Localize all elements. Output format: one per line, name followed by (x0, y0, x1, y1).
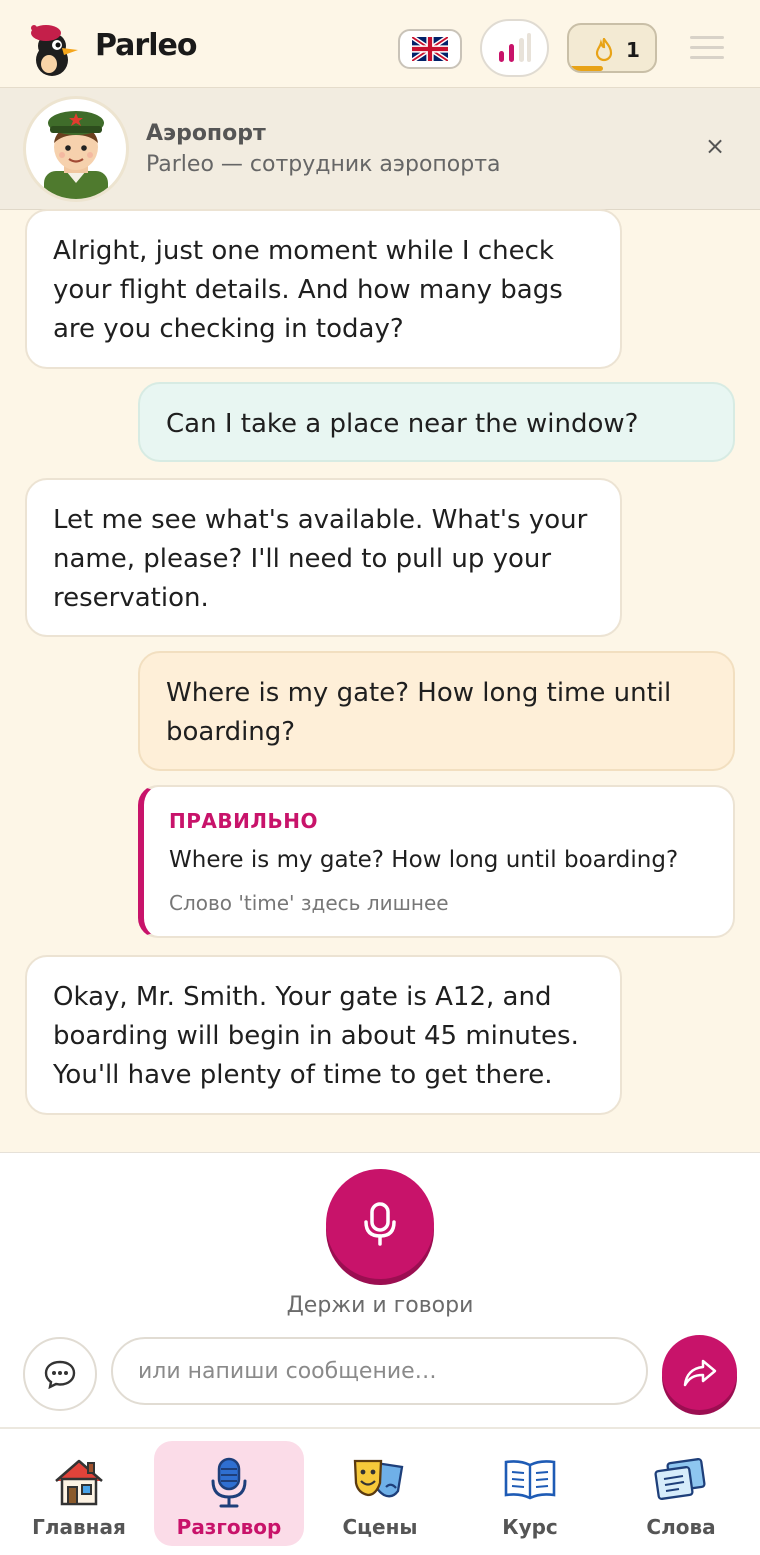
correction-card: ПРАВИЛЬНО Where is my gate? How long unt… (138, 785, 735, 938)
open-book-icon (504, 1460, 556, 1500)
hamburger-icon (690, 36, 724, 39)
text-mode-button[interactable] (23, 1337, 97, 1411)
level-button[interactable] (480, 19, 549, 77)
streak-progress-fill (569, 66, 604, 71)
user-message-with-error: Where is my gate? How long time until bo… (138, 651, 735, 771)
assistant-message: Let me see what's available. What's your… (25, 478, 622, 637)
hold-to-talk-button[interactable] (326, 1169, 434, 1279)
nav-label: Слова (646, 1515, 716, 1539)
menu-button[interactable] (690, 36, 724, 60)
parleo-mascot-logo (31, 25, 78, 76)
top-header: Parleo 1 (0, 0, 760, 88)
streak-button[interactable]: 1 (567, 23, 657, 73)
streak-progress-bar (569, 66, 655, 71)
flame-icon (595, 38, 613, 62)
close-icon: × (704, 132, 726, 160)
send-button[interactable] (662, 1335, 737, 1410)
correction-label: ПРАВИЛЬНО (169, 809, 318, 833)
uk-flag-icon (412, 37, 448, 61)
app-name: Parleo (95, 28, 197, 63)
theater-masks-icon (353, 1459, 404, 1498)
composer-panel: Держи и говори (0, 1152, 760, 1427)
nav-label: Разговор (176, 1515, 282, 1539)
user-message: Can I take a place near the window? (138, 382, 735, 462)
streak-count: 1 (626, 38, 640, 62)
scene-title: Аэропорт (146, 121, 266, 146)
nav-home[interactable]: Главная (4, 1441, 154, 1546)
assistant-message: Okay, Mr. Smith. Your gate is A12, and b… (25, 955, 622, 1115)
correction-explanation: Слово 'time' здесь лишнее (169, 891, 449, 915)
microphone-icon (364, 1202, 396, 1246)
hold-to-talk-hint: Держи и говори (286, 1293, 474, 1318)
send-arrow-icon (683, 1359, 716, 1386)
nav-scenes[interactable]: Сцены (305, 1441, 455, 1546)
microphone-icon (211, 1457, 247, 1508)
nav-talk[interactable]: Разговор (154, 1441, 304, 1546)
nav-words[interactable]: Слова (606, 1441, 756, 1546)
close-scene-button[interactable]: × (702, 133, 728, 159)
house-icon (55, 1459, 103, 1506)
corrected-sentence: Where is my gate? How long until boardin… (169, 847, 679, 873)
scene-subtitle: Parleo — сотрудник аэропорта (146, 152, 501, 177)
cards-icon (654, 1458, 706, 1500)
nav-label: Главная (32, 1515, 126, 1539)
message-input[interactable] (111, 1337, 648, 1405)
assistant-message: Alright, just one moment while I check y… (25, 209, 622, 369)
level-bars-icon (498, 33, 531, 62)
nav-course[interactable]: Курс (455, 1441, 605, 1546)
nav-label: Курс (502, 1515, 558, 1539)
language-button[interactable] (398, 29, 462, 69)
speech-bubble-icon (44, 1360, 76, 1389)
bottom-navigation: Главная Разговор Сцены Курс Слова (0, 1427, 760, 1555)
scene-banner: Аэропорт Parleo — сотрудник аэропорта × (0, 88, 760, 210)
nav-label: Сцены (342, 1515, 418, 1539)
airport-officer-avatar (23, 96, 129, 202)
